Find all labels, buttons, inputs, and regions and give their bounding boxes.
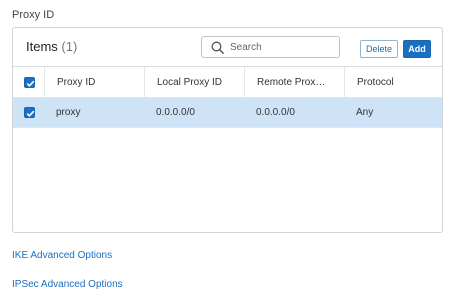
delete-button[interactable]: Delete bbox=[360, 40, 398, 58]
items-title: Items (1) bbox=[26, 39, 77, 54]
search-box[interactable] bbox=[201, 36, 340, 58]
panel-header: Items (1) Delete Add bbox=[13, 28, 442, 67]
search-input[interactable] bbox=[230, 39, 334, 55]
table-header-row: Proxy ID Local Proxy ID Remote Prox… Pro… bbox=[13, 67, 442, 98]
cell-remote-proxy-id: 0.0.0.0/0 bbox=[256, 107, 295, 118]
cell-protocol: Any bbox=[356, 107, 374, 118]
items-title-label: Items bbox=[26, 39, 58, 54]
proxy-id-table: Proxy ID Local Proxy ID Remote Prox… Pro… bbox=[13, 67, 442, 128]
table-row[interactable]: proxy 0.0.0.0/0 0.0.0.0/0 Any bbox=[13, 98, 442, 128]
items-panel: Items (1) Delete Add Proxy ID Local Pro bbox=[12, 27, 443, 233]
column-header-remote-proxy-id[interactable]: Remote Prox… bbox=[244, 67, 344, 97]
section-title: Proxy ID bbox=[12, 9, 55, 21]
ike-advanced-options-link[interactable]: IKE Advanced Options bbox=[12, 250, 112, 261]
items-count: (1) bbox=[61, 39, 78, 54]
column-header-proxy-id[interactable]: Proxy ID bbox=[44, 67, 144, 97]
row-select-cell bbox=[13, 98, 44, 127]
checkmark-icon bbox=[26, 80, 35, 87]
select-all-checkbox[interactable] bbox=[24, 76, 35, 88]
ipsec-advanced-options-link[interactable]: IPSec Advanced Options bbox=[12, 279, 123, 290]
row-checkbox[interactable] bbox=[24, 107, 35, 118]
header-select-cell bbox=[13, 67, 44, 97]
column-header-local-proxy-id[interactable]: Local Proxy ID bbox=[144, 67, 244, 97]
add-button[interactable]: Add bbox=[403, 40, 431, 58]
cell-proxy-id[interactable]: proxy bbox=[44, 98, 144, 127]
column-header-protocol[interactable]: Protocol bbox=[344, 67, 442, 97]
cell-local-proxy-id: 0.0.0.0/0 bbox=[156, 107, 195, 118]
search-icon bbox=[211, 41, 224, 54]
checkmark-icon bbox=[26, 110, 35, 117]
